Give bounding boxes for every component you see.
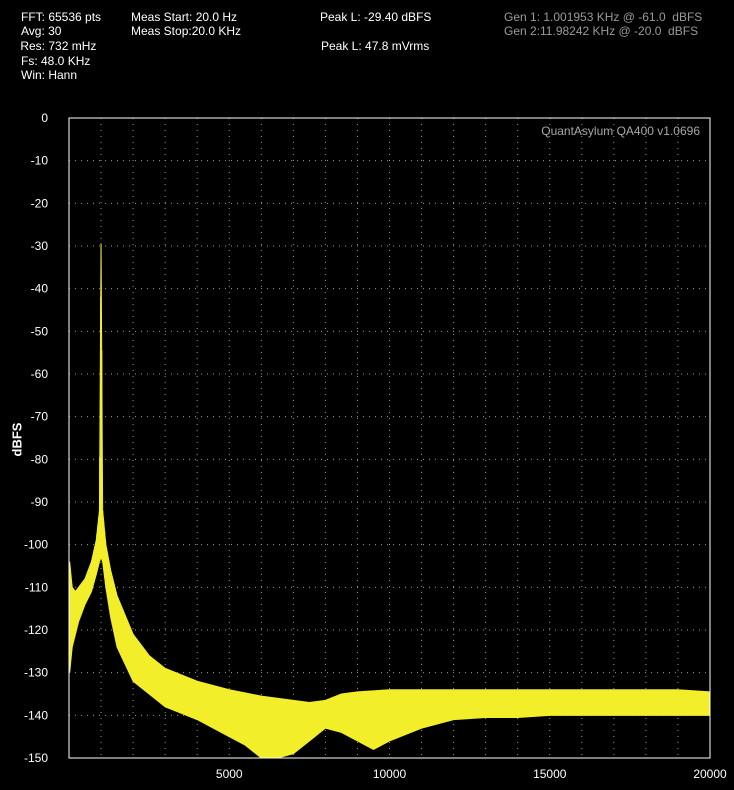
spectrum-chart: 0 -10 -20 -30 -40 -50 -60 -70 -80 -90 -100 -110 -120…	[24, 111, 727, 781]
y-tick-label: -100	[24, 538, 48, 552]
x-tick-labels: 5000 10000 15000 20000	[216, 767, 727, 781]
y-tick-label: -30	[31, 239, 49, 253]
y-tick-label: -20	[31, 196, 49, 210]
y-tick-label: -90	[31, 495, 49, 509]
y-tick-label: 0	[41, 111, 48, 125]
y-tick-label: -120	[24, 623, 48, 637]
x-tick-label: 5000	[216, 767, 243, 781]
y-tick-label: -80	[31, 452, 49, 466]
grid-lines	[69, 118, 710, 758]
y-tick-label: -10	[31, 154, 49, 168]
x-tick-label: 10000	[373, 767, 407, 781]
y-axis-label: dBFS	[9, 422, 25, 457]
x-tick-label: 20000	[693, 767, 727, 781]
y-tick-label: -130	[24, 666, 48, 680]
y-tick-label: -150	[24, 751, 48, 765]
y-tick-label: -110	[25, 580, 48, 594]
spectrum-trace	[69, 243, 710, 758]
y-tick-label: -60	[31, 367, 49, 381]
watermark-text: QuantAsylum QA400 v1.0696	[541, 124, 700, 138]
y-tick-label: -40	[31, 282, 49, 296]
x-tick-label: 15000	[533, 767, 567, 781]
y-tick-label: -50	[31, 324, 49, 338]
y-tick-label: -140	[24, 708, 48, 722]
y-tick-label: -70	[31, 410, 49, 424]
y-tick-labels: 0 -10 -20 -30 -40 -50 -60 -70 -80 -90 -100 -110 -120…	[24, 111, 48, 765]
